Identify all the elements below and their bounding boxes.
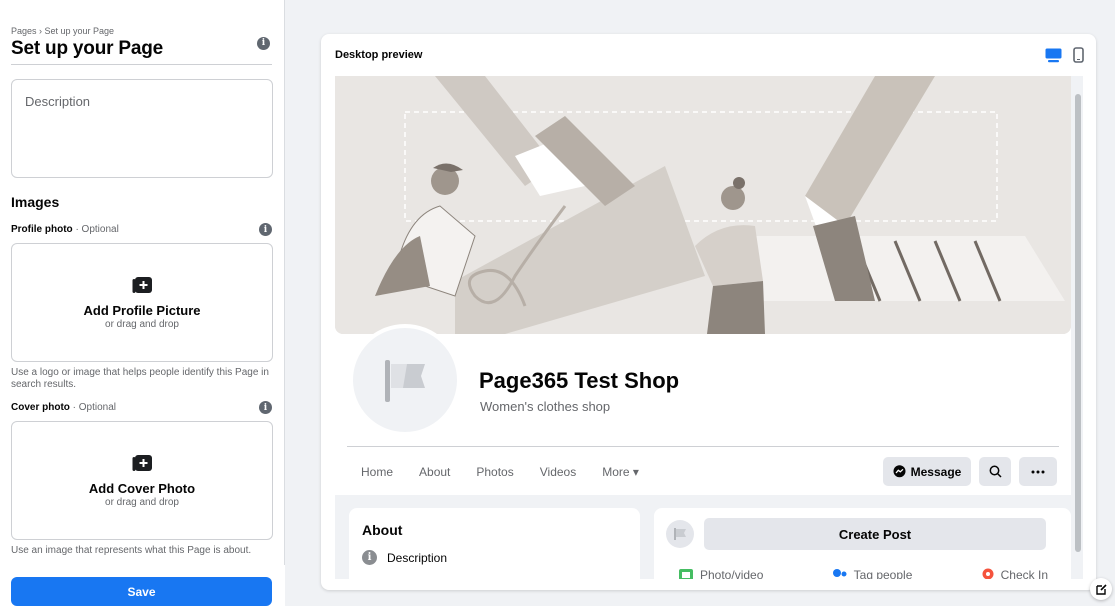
check-in-label: Check In	[1000, 568, 1048, 579]
info-icon: i	[362, 550, 377, 565]
search-icon	[989, 465, 1002, 478]
optional-label: · Optional	[69, 402, 117, 413]
tab-photos[interactable]: Photos	[476, 465, 513, 479]
tab-videos[interactable]: Videos	[540, 465, 576, 479]
optional-label: · Optional	[72, 224, 119, 235]
cover-photo-label-row: Cover photo · Optional i	[11, 401, 273, 414]
info-icon[interactable]: i	[259, 223, 272, 236]
divider	[11, 64, 272, 65]
save-bar: Save	[0, 565, 285, 606]
create-post-button[interactable]: Create Post	[704, 518, 1046, 550]
page-preview-frame: Page365 Test Shop Women's clothes shop H…	[335, 76, 1083, 579]
page-actions: Message	[883, 457, 1057, 486]
upload-title: Add Cover Photo	[88, 480, 196, 496]
tag-people-action[interactable]: Tag people	[832, 568, 913, 579]
profile-photo-label: Profile photo	[11, 224, 73, 235]
edit-button[interactable]	[1090, 578, 1112, 600]
mobile-icon[interactable]	[1073, 47, 1084, 63]
setup-sidebar: Pages › Set up your Page Set up your Pag…	[0, 0, 285, 606]
description-placeholder: Description	[25, 94, 91, 109]
page-header: Page365 Test Shop Women's clothes shop H…	[335, 76, 1071, 495]
page-name: Page365 Test Shop	[479, 368, 680, 393]
add-photo-icon	[132, 276, 152, 293]
upload-title: Add Profile Picture	[83, 302, 201, 318]
add-photo-icon	[132, 454, 152, 471]
tag-people-icon	[832, 569, 847, 577]
breadcrumb[interactable]: Pages › Set up your Page	[11, 26, 273, 36]
edit-icon	[1095, 583, 1107, 595]
photo-video-label: Photo/video	[700, 568, 764, 579]
profile-photo-hint: Use a logo or image that helps people id…	[11, 367, 269, 390]
preview-card: Desktop preview Page365 Test Shop Women'…	[321, 34, 1096, 590]
about-card: About i Description	[349, 508, 640, 579]
info-icon[interactable]: i	[259, 401, 272, 414]
cover-photo-label: Cover photo	[11, 402, 70, 413]
desktop-icon[interactable]	[1045, 48, 1062, 63]
create-post-card: Create Post Photo/video Tag people Check…	[654, 508, 1071, 579]
more-button[interactable]	[1019, 457, 1057, 486]
add-cover-photo-dropzone[interactable]: Add Cover Photo or drag and drop	[11, 421, 273, 540]
cover-image	[335, 76, 1071, 334]
flag-icon	[674, 528, 686, 540]
upload-subtitle: or drag and drop	[105, 318, 179, 330]
profile-picture	[349, 324, 461, 436]
photo-icon	[679, 569, 693, 579]
tag-people-label: Tag people	[853, 568, 913, 579]
sidebar-scroll-area: Pages › Set up your Page Set up your Pag…	[0, 0, 285, 565]
messenger-icon	[893, 465, 906, 478]
check-in-action[interactable]: Check In	[981, 568, 1048, 579]
preview-scrollbar[interactable]	[1075, 94, 1081, 552]
page-title: Set up your Page	[11, 38, 164, 59]
about-title: About	[362, 522, 403, 538]
tab-about[interactable]: About	[419, 465, 450, 479]
about-description: Description	[387, 550, 448, 565]
info-icon[interactable]: i	[257, 36, 270, 50]
tab-more[interactable]: More ▾	[602, 465, 639, 479]
more-icon	[1031, 470, 1045, 473]
preview-title: Desktop preview	[335, 49, 423, 61]
message-button[interactable]: Message	[883, 457, 971, 486]
images-heading: Images	[11, 194, 60, 210]
avatar	[666, 520, 694, 548]
page-tabs: Home About Photos Videos More ▾	[361, 458, 639, 486]
tab-home[interactable]: Home	[361, 465, 393, 479]
location-pin-icon	[982, 568, 994, 579]
photo-video-action[interactable]: Photo/video	[678, 568, 763, 579]
page-category: Women's clothes shop	[480, 399, 611, 414]
description-field[interactable]: Description	[11, 79, 273, 178]
search-button[interactable]	[979, 457, 1011, 486]
cover-photo-hint: Use an image that represents what this P…	[11, 545, 252, 556]
profile-photo-label-row: Profile photo · Optional i	[11, 223, 273, 236]
flag-icon	[385, 360, 425, 402]
upload-subtitle: or drag and drop	[105, 496, 179, 508]
divider	[347, 446, 1059, 447]
save-button[interactable]: Save	[11, 577, 272, 606]
cover-illustration	[335, 76, 1071, 334]
add-profile-picture-dropzone[interactable]: Add Profile Picture or drag and drop	[11, 243, 273, 362]
message-label: Message	[910, 464, 962, 479]
